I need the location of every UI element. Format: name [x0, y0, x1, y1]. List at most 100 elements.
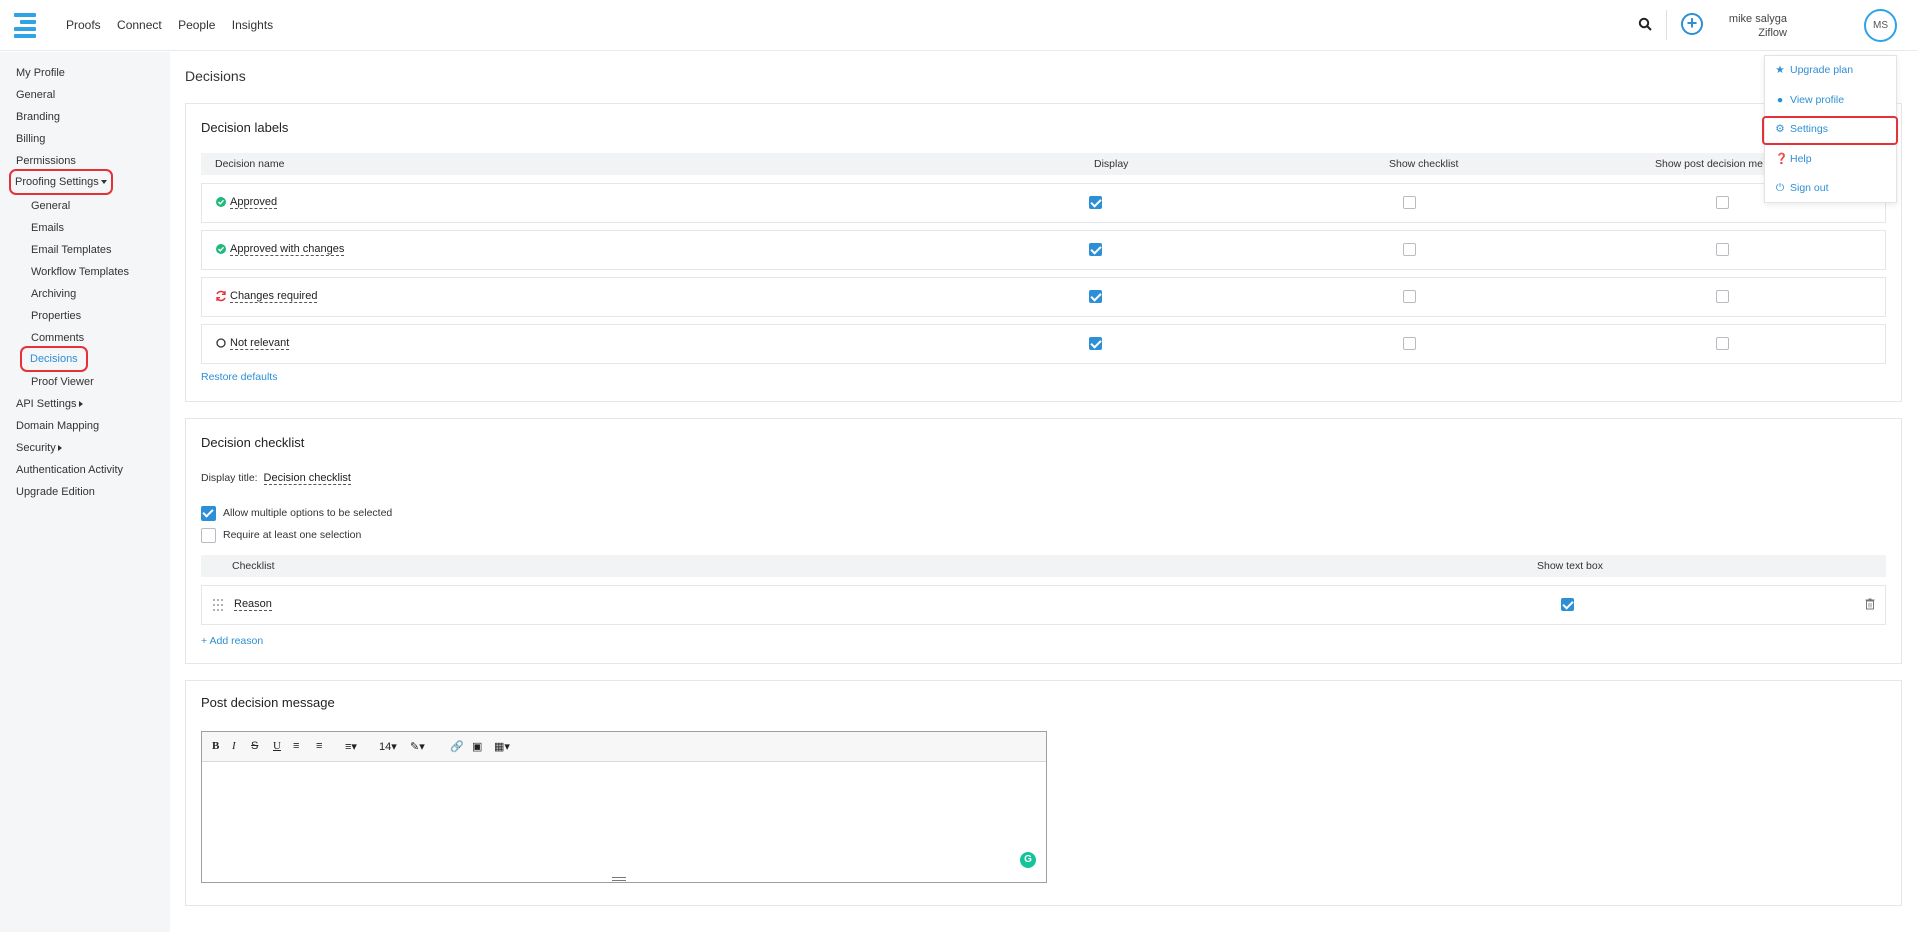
image-icon[interactable]: ▣: [472, 740, 482, 753]
display-checkbox[interactable]: [1089, 290, 1102, 303]
sidebar-item-permissions[interactable]: Permissions: [16, 155, 76, 167]
chevron-right-icon: [57, 445, 62, 452]
sidebar-item-security[interactable]: Security: [16, 442, 62, 454]
page-title: Decisions: [185, 68, 246, 84]
avatar[interactable]: MS: [1864, 9, 1897, 42]
bullet-list-icon[interactable]: ≡: [293, 740, 299, 752]
column-header: Show post decision me: [1655, 158, 1763, 170]
add-reason-link[interactable]: + Add reason: [201, 635, 263, 647]
nav-insights[interactable]: Insights: [232, 18, 273, 32]
sidebar-subitem-emails[interactable]: Emails: [31, 222, 64, 234]
user-icon: ●: [1776, 94, 1784, 106]
sidebar-item-general[interactable]: General: [16, 89, 55, 101]
sidebar-subitem-proof-viewer[interactable]: Proof Viewer: [31, 376, 94, 388]
refresh-icon: [216, 290, 226, 302]
sidebar-item-proofing-settings[interactable]: Proofing Settings: [9, 169, 113, 195]
user-name: mike salyga: [1728, 13, 1787, 25]
sidebar-item-authentication-activity[interactable]: Authentication Activity: [16, 464, 123, 476]
link-icon[interactable]: 🔗: [450, 740, 464, 753]
checklist-item-name[interactable]: Reason: [234, 598, 272, 611]
table-icon[interactable]: ▦▾: [494, 740, 510, 753]
power-icon: ⏻: [1775, 182, 1785, 194]
decision-checklist-panel: Decision checklist Display title: Decisi…: [185, 418, 1902, 664]
italic-icon[interactable]: I: [232, 740, 236, 752]
help-icon: ❓: [1775, 153, 1789, 165]
nav-people[interactable]: People: [178, 18, 215, 32]
menu-item-sign-out[interactable]: ⏻ Sign out: [1775, 182, 1829, 195]
panel-title: Post decision message: [201, 695, 335, 710]
sidebar-subitem-comments[interactable]: Comments: [31, 332, 84, 344]
user-org: Ziflow: [1758, 27, 1787, 39]
underline-icon[interactable]: U: [273, 740, 281, 752]
show-post-decision-checkbox[interactable]: [1716, 337, 1729, 350]
show-checklist-checkbox[interactable]: [1403, 290, 1416, 303]
column-header: Show checklist: [1389, 158, 1459, 170]
sidebar-subitem-archiving[interactable]: Archiving: [31, 288, 76, 300]
display-checkbox[interactable]: [1089, 337, 1102, 350]
decision-name[interactable]: Changes required: [230, 290, 318, 303]
rich-text-editor: B I S U ≡ ≡ ≡▾ 14▾ ✎▾ 🔗 ▣ ▦▾ G: [201, 731, 1047, 883]
sidebar-item-domain-mapping[interactable]: Domain Mapping: [16, 420, 99, 432]
sidebar-subitem-properties[interactable]: Properties: [31, 310, 81, 322]
decision-name[interactable]: Approved with changes: [230, 243, 345, 256]
show-post-decision-checkbox[interactable]: [1716, 196, 1729, 209]
show-checklist-checkbox[interactable]: [1403, 196, 1416, 209]
display-title-value[interactable]: Decision checklist: [263, 472, 351, 485]
sidebar-subitem-general[interactable]: General: [31, 200, 70, 212]
require-one-label: Require at least one selection: [223, 529, 362, 541]
show-text-box-checkbox[interactable]: [1561, 598, 1574, 611]
nav-proofs[interactable]: Proofs: [66, 18, 101, 32]
search-icon[interactable]: [1638, 17, 1652, 31]
restore-defaults-link[interactable]: Restore defaults: [201, 371, 277, 383]
align-icon[interactable]: ≡▾: [345, 740, 357, 753]
resize-handle[interactable]: [612, 877, 626, 881]
chevron-right-icon: [78, 401, 83, 408]
show-post-decision-checkbox[interactable]: [1716, 243, 1729, 256]
editor-toolbar: B I S U ≡ ≡ ≡▾ 14▾ ✎▾ 🔗 ▣ ▦▾: [202, 732, 1046, 762]
user-info[interactable]: mike salyga Ziflow: [1729, 12, 1787, 40]
add-button[interactable]: +: [1681, 13, 1703, 35]
sidebar-item-billing[interactable]: Billing: [16, 133, 45, 145]
strikethrough-icon[interactable]: S: [251, 740, 258, 752]
decision-name[interactable]: Approved: [230, 196, 278, 209]
show-post-decision-checkbox[interactable]: [1716, 290, 1729, 303]
display-checkbox[interactable]: [1089, 243, 1102, 256]
decision-name[interactable]: Not relevant: [230, 337, 290, 350]
table-row: Approved: [201, 183, 1886, 223]
ziflow-logo-icon[interactable]: [14, 12, 40, 38]
font-size-select[interactable]: 14▾: [379, 740, 397, 753]
show-checklist-checkbox[interactable]: [1403, 243, 1416, 256]
sidebar-item-branding[interactable]: Branding: [16, 111, 60, 123]
bold-icon[interactable]: B: [212, 740, 219, 752]
table-row: Changes required: [201, 277, 1886, 317]
nav-connect[interactable]: Connect: [117, 18, 162, 32]
grammarly-icon[interactable]: G: [1020, 852, 1036, 868]
sidebar-item-upgrade-edition[interactable]: Upgrade Edition: [16, 486, 95, 498]
table-row: Not relevant: [201, 324, 1886, 364]
display-title-field: Display title: Decision checklist: [201, 472, 351, 485]
text-color-icon[interactable]: ✎▾: [410, 740, 425, 753]
menu-item-view-profile[interactable]: ● View profile: [1775, 94, 1844, 106]
chevron-down-icon: [100, 180, 107, 185]
require-one-checkbox[interactable]: [201, 528, 216, 543]
sidebar-item-label: Proofing Settings: [15, 176, 99, 188]
divider: [1666, 10, 1667, 40]
decision-labels-panel: Decision labels Decision name Display Sh…: [185, 103, 1902, 402]
sidebar-item-api-settings[interactable]: API Settings: [16, 398, 83, 410]
menu-item-upgrade-plan[interactable]: ★ Upgrade plan: [1775, 64, 1853, 76]
sidebar-subitem-decisions[interactable]: Decisions: [20, 346, 88, 372]
show-checklist-checkbox[interactable]: [1403, 337, 1416, 350]
allow-multiple-checkbox[interactable]: [201, 506, 216, 521]
drag-handle-icon[interactable]: [212, 598, 224, 612]
trash-icon[interactable]: [1865, 598, 1875, 610]
column-header: Decision name: [215, 158, 285, 170]
top-bar: Proofs Connect People Insights + mike sa…: [0, 0, 1917, 51]
numbered-list-icon[interactable]: ≡: [316, 740, 322, 752]
panel-title: Decision labels: [201, 120, 289, 135]
sidebar-subitem-email-templates[interactable]: Email Templates: [31, 244, 112, 256]
menu-item-help[interactable]: ❓ Help: [1775, 152, 1812, 165]
menu-item-settings[interactable]: ⚙ Settings: [1775, 123, 1828, 135]
display-checkbox[interactable]: [1089, 196, 1102, 209]
sidebar-item-my-profile[interactable]: My Profile: [16, 67, 65, 79]
sidebar-subitem-workflow-templates[interactable]: Workflow Templates: [31, 266, 129, 278]
